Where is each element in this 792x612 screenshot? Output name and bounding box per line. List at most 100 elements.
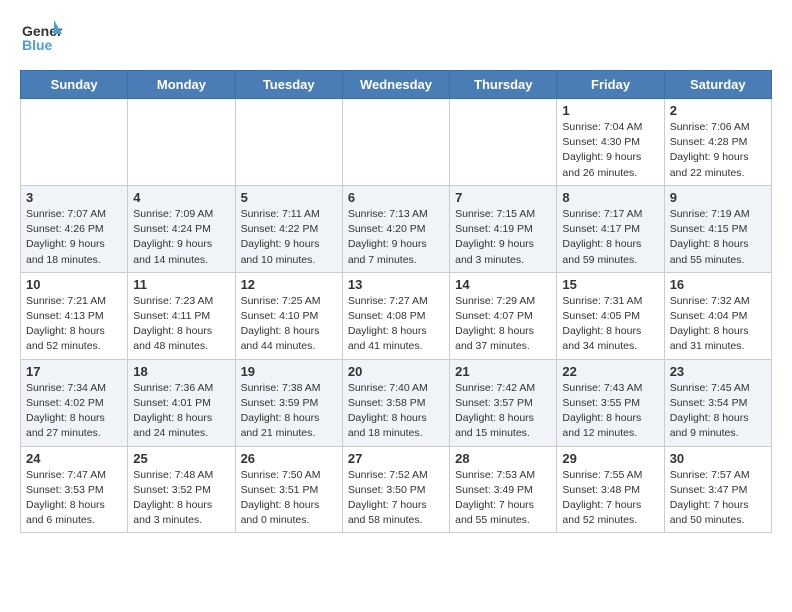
day-number: 21 bbox=[455, 364, 551, 379]
calendar-day-29: 29 Sunrise: 7:55 AM Sunset: 3:48 PM Dayli… bbox=[557, 446, 664, 533]
day-number: 5 bbox=[241, 190, 337, 205]
calendar-day-5: 5 Sunrise: 7:11 AM Sunset: 4:22 PM Daylig… bbox=[235, 185, 342, 272]
day-info: Sunrise: 7:43 AM Sunset: 3:55 PM Dayligh… bbox=[562, 381, 658, 442]
calendar-day-20: 20 Sunrise: 7:40 AM Sunset: 3:58 PM Dayli… bbox=[342, 359, 449, 446]
day-info: Sunrise: 7:07 AM Sunset: 4:26 PM Dayligh… bbox=[26, 207, 122, 268]
day-number: 20 bbox=[348, 364, 444, 379]
calendar-week-row: 1 Sunrise: 7:04 AM Sunset: 4:30 PM Daylig… bbox=[21, 99, 772, 186]
day-info: Sunrise: 7:45 AM Sunset: 3:54 PM Dayligh… bbox=[670, 381, 766, 442]
calendar-header-thursday: Thursday bbox=[450, 71, 557, 99]
calendar-day-23: 23 Sunrise: 7:45 AM Sunset: 3:54 PM Dayli… bbox=[664, 359, 771, 446]
day-number: 4 bbox=[133, 190, 229, 205]
svg-text:Blue: Blue bbox=[22, 37, 53, 53]
calendar-day-15: 15 Sunrise: 7:31 AM Sunset: 4:05 PM Dayli… bbox=[557, 272, 664, 359]
day-number: 23 bbox=[670, 364, 766, 379]
day-number: 8 bbox=[562, 190, 658, 205]
day-number: 10 bbox=[26, 277, 122, 292]
day-info: Sunrise: 7:47 AM Sunset: 3:53 PM Dayligh… bbox=[26, 468, 122, 529]
calendar-header-monday: Monday bbox=[128, 71, 235, 99]
calendar-empty bbox=[342, 99, 449, 186]
logo: General Blue bbox=[20, 16, 62, 58]
calendar-empty bbox=[128, 99, 235, 186]
calendar-day-26: 26 Sunrise: 7:50 AM Sunset: 3:51 PM Dayli… bbox=[235, 446, 342, 533]
logo-icon: General Blue bbox=[20, 16, 62, 58]
day-number: 14 bbox=[455, 277, 551, 292]
calendar-day-6: 6Sunrise: 7:13 AM Sunset: 4:20 PM Daylig… bbox=[342, 185, 449, 272]
day-info: Sunrise: 7:31 AM Sunset: 4:05 PM Dayligh… bbox=[562, 294, 658, 355]
header: General Blue bbox=[20, 16, 772, 58]
day-info: Sunrise: 7:42 AM Sunset: 3:57 PM Dayligh… bbox=[455, 381, 551, 442]
calendar-header-saturday: Saturday bbox=[664, 71, 771, 99]
day-number: 26 bbox=[241, 451, 337, 466]
day-number: 28 bbox=[455, 451, 551, 466]
day-info: Sunrise: 7:50 AM Sunset: 3:51 PM Dayligh… bbox=[241, 468, 337, 529]
calendar-day-10: 10 Sunrise: 7:21 AM Sunset: 4:13 PM Dayli… bbox=[21, 272, 128, 359]
calendar-week-row: 3 Sunrise: 7:07 AM Sunset: 4:26 PM Daylig… bbox=[21, 185, 772, 272]
calendar-day-14: 14 Sunrise: 7:29 AM Sunset: 4:07 PM Dayli… bbox=[450, 272, 557, 359]
day-info: Sunrise: 7:32 AM Sunset: 4:04 PM Dayligh… bbox=[670, 294, 766, 355]
day-number: 18 bbox=[133, 364, 229, 379]
calendar-day-12: 12Sunrise: 7:25 AM Sunset: 4:10 PM Dayli… bbox=[235, 272, 342, 359]
day-info: Sunrise: 7:48 AM Sunset: 3:52 PM Dayligh… bbox=[133, 468, 229, 529]
calendar-day-9: 9Sunrise: 7:19 AM Sunset: 4:15 PM Daylig… bbox=[664, 185, 771, 272]
day-info: Sunrise: 7:15 AM Sunset: 4:19 PM Dayligh… bbox=[455, 207, 551, 268]
day-number: 22 bbox=[562, 364, 658, 379]
day-info: Sunrise: 7:57 AM Sunset: 3:47 PM Dayligh… bbox=[670, 468, 766, 529]
day-number: 16 bbox=[670, 277, 766, 292]
day-info: Sunrise: 7:11 AM Sunset: 4:22 PM Dayligh… bbox=[241, 207, 337, 268]
day-number: 3 bbox=[26, 190, 122, 205]
calendar-day-21: 21 Sunrise: 7:42 AM Sunset: 3:57 PM Dayli… bbox=[450, 359, 557, 446]
calendar-table: SundayMondayTuesdayWednesdayThursdayFrid… bbox=[20, 70, 772, 533]
page: General Blue SundayMondayTuesdayWednesda… bbox=[0, 0, 792, 549]
day-number: 6 bbox=[348, 190, 444, 205]
calendar-day-18: 18Sunrise: 7:36 AM Sunset: 4:01 PM Dayli… bbox=[128, 359, 235, 446]
day-number: 27 bbox=[348, 451, 444, 466]
calendar-empty bbox=[235, 99, 342, 186]
day-number: 7 bbox=[455, 190, 551, 205]
day-number: 13 bbox=[348, 277, 444, 292]
day-info: Sunrise: 7:23 AM Sunset: 4:11 PM Dayligh… bbox=[133, 294, 229, 355]
calendar-day-17: 17 Sunrise: 7:34 AM Sunset: 4:02 PM Dayli… bbox=[21, 359, 128, 446]
day-number: 15 bbox=[562, 277, 658, 292]
day-info: Sunrise: 7:29 AM Sunset: 4:07 PM Dayligh… bbox=[455, 294, 551, 355]
day-number: 30 bbox=[670, 451, 766, 466]
calendar-header-sunday: Sunday bbox=[21, 71, 128, 99]
day-number: 29 bbox=[562, 451, 658, 466]
day-number: 2 bbox=[670, 103, 766, 118]
calendar-header-wednesday: Wednesday bbox=[342, 71, 449, 99]
calendar-day-25: 25Sunrise: 7:48 AM Sunset: 3:52 PM Dayli… bbox=[128, 446, 235, 533]
day-info: Sunrise: 7:06 AM Sunset: 4:28 PM Dayligh… bbox=[670, 120, 766, 181]
day-number: 24 bbox=[26, 451, 122, 466]
calendar-day-8: 8 Sunrise: 7:17 AM Sunset: 4:17 PM Daylig… bbox=[557, 185, 664, 272]
day-number: 17 bbox=[26, 364, 122, 379]
day-info: Sunrise: 7:55 AM Sunset: 3:48 PM Dayligh… bbox=[562, 468, 658, 529]
calendar-day-11: 11 Sunrise: 7:23 AM Sunset: 4:11 PM Dayli… bbox=[128, 272, 235, 359]
day-info: Sunrise: 7:21 AM Sunset: 4:13 PM Dayligh… bbox=[26, 294, 122, 355]
calendar-day-24: 24 Sunrise: 7:47 AM Sunset: 3:53 PM Dayli… bbox=[21, 446, 128, 533]
day-info: Sunrise: 7:34 AM Sunset: 4:02 PM Dayligh… bbox=[26, 381, 122, 442]
calendar-week-row: 24 Sunrise: 7:47 AM Sunset: 3:53 PM Dayli… bbox=[21, 446, 772, 533]
calendar-day-13: 13 Sunrise: 7:27 AM Sunset: 4:08 PM Dayli… bbox=[342, 272, 449, 359]
calendar-day-22: 22 Sunrise: 7:43 AM Sunset: 3:55 PM Dayli… bbox=[557, 359, 664, 446]
day-info: Sunrise: 7:04 AM Sunset: 4:30 PM Dayligh… bbox=[562, 120, 658, 181]
day-info: Sunrise: 7:27 AM Sunset: 4:08 PM Dayligh… bbox=[348, 294, 444, 355]
calendar-day-19: 19Sunrise: 7:38 AM Sunset: 3:59 PM Dayli… bbox=[235, 359, 342, 446]
day-info: Sunrise: 7:52 AM Sunset: 3:50 PM Dayligh… bbox=[348, 468, 444, 529]
day-info: Sunrise: 7:19 AM Sunset: 4:15 PM Dayligh… bbox=[670, 207, 766, 268]
day-number: 11 bbox=[133, 277, 229, 292]
calendar-day-28: 28 Sunrise: 7:53 AM Sunset: 3:49 PM Dayli… bbox=[450, 446, 557, 533]
calendar-empty bbox=[21, 99, 128, 186]
day-number: 1 bbox=[562, 103, 658, 118]
calendar-day-7: 7 Sunrise: 7:15 AM Sunset: 4:19 PM Daylig… bbox=[450, 185, 557, 272]
day-info: Sunrise: 7:17 AM Sunset: 4:17 PM Dayligh… bbox=[562, 207, 658, 268]
calendar-header-row: SundayMondayTuesdayWednesdayThursdayFrid… bbox=[21, 71, 772, 99]
day-info: Sunrise: 7:53 AM Sunset: 3:49 PM Dayligh… bbox=[455, 468, 551, 529]
calendar-day-1: 1 Sunrise: 7:04 AM Sunset: 4:30 PM Daylig… bbox=[557, 99, 664, 186]
calendar-day-4: 4Sunrise: 7:09 AM Sunset: 4:24 PM Daylig… bbox=[128, 185, 235, 272]
day-info: Sunrise: 7:40 AM Sunset: 3:58 PM Dayligh… bbox=[348, 381, 444, 442]
calendar-day-16: 16 Sunrise: 7:32 AM Sunset: 4:04 PM Dayli… bbox=[664, 272, 771, 359]
calendar-week-row: 17 Sunrise: 7:34 AM Sunset: 4:02 PM Dayli… bbox=[21, 359, 772, 446]
calendar-header-tuesday: Tuesday bbox=[235, 71, 342, 99]
day-number: 12 bbox=[241, 277, 337, 292]
calendar-day-30: 30 Sunrise: 7:57 AM Sunset: 3:47 PM Dayli… bbox=[664, 446, 771, 533]
